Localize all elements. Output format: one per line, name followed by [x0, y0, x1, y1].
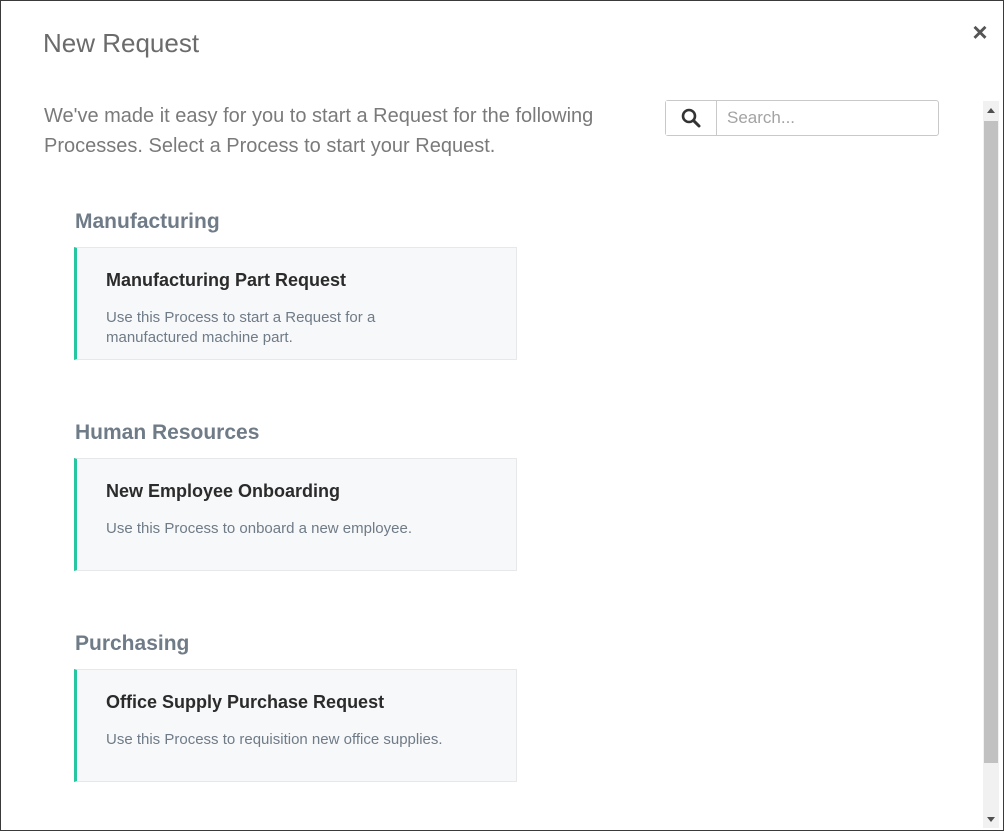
category-heading-purchasing: Purchasing	[75, 632, 190, 655]
process-card-office-supply-purchase-request[interactable]: Office Supply Purchase Request Use this …	[74, 669, 517, 782]
process-description: Use this Process to requisition new offi…	[106, 731, 443, 748]
chevron-up-icon	[987, 107, 995, 113]
process-description: Use this Process to start a Request for …	[106, 309, 376, 346]
category-heading-manufacturing: Manufacturing	[75, 210, 220, 233]
scroll-up-arrow[interactable]	[983, 101, 999, 119]
new-request-modal: New Request × We've made it easy for you…	[0, 0, 1004, 831]
process-title: Office Supply Purchase Request	[106, 692, 385, 712]
modal-title: New Request	[43, 28, 200, 58]
chevron-down-icon	[987, 816, 995, 822]
scroll-down-arrow[interactable]	[983, 810, 999, 828]
process-title: Manufacturing Part Request	[106, 270, 347, 290]
search-input[interactable]	[717, 101, 938, 135]
process-title: New Employee Onboarding	[106, 481, 341, 501]
search-box	[665, 100, 939, 136]
search-icon	[681, 108, 701, 128]
vertical-scrollbar[interactable]	[983, 101, 999, 828]
close-button[interactable]: ×	[967, 19, 993, 45]
scroll-thumb[interactable]	[984, 121, 998, 763]
category-heading-human-resources: Human Resources	[75, 421, 260, 444]
process-card-manufacturing-part-request[interactable]: Manufacturing Part Request Use this Proc…	[74, 247, 517, 360]
search-button[interactable]	[666, 101, 717, 135]
process-description: Use this Process to onboard a new employ…	[106, 520, 412, 537]
intro-text: We've made it easy for you to start a Re…	[44, 105, 594, 157]
process-card-new-employee-onboarding[interactable]: New Employee Onboarding Use this Process…	[74, 458, 517, 571]
